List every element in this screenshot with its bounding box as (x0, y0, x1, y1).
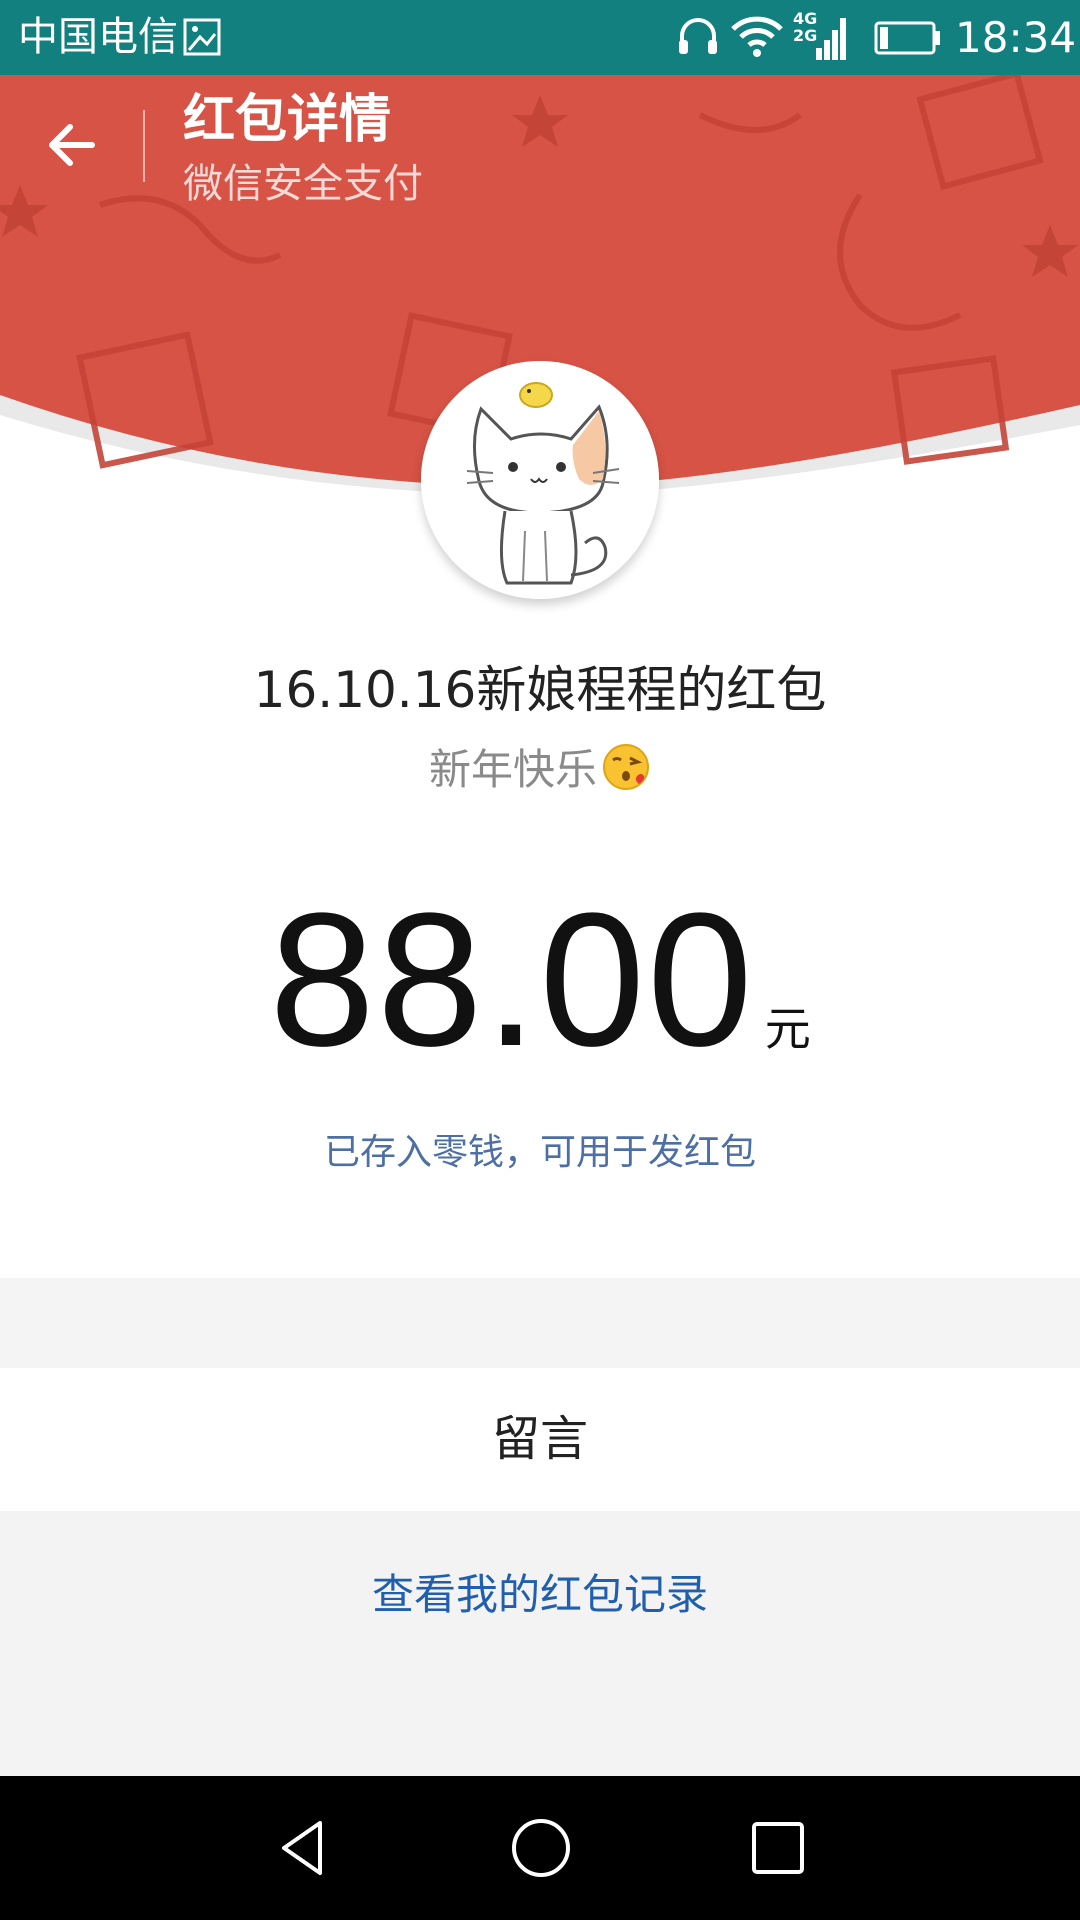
bottom-area (0, 1511, 1080, 1776)
header-divider (143, 110, 145, 182)
greeting-text: 新年快乐 (428, 745, 597, 794)
amount-unit: 元 (764, 1002, 811, 1056)
nav-back-icon[interactable] (270, 1815, 336, 1881)
cat-avatar-image (421, 361, 659, 599)
wifi-icon (731, 16, 783, 57)
sender-avatar[interactable] (421, 361, 659, 599)
gallery-icon (183, 18, 221, 56)
view-records-link[interactable]: 查看我的红包记录 (0, 1565, 1080, 1625)
page-title: 红包详情 (183, 90, 392, 150)
page-subtitle: 微信安全支付 (183, 161, 423, 207)
clock: 18:34 (955, 13, 1077, 62)
packet-sender-title: 16.10.16新娘程程的红包 (253, 661, 827, 719)
kissing-face-emoji-icon (603, 744, 649, 790)
amount-value: 88.00 (269, 874, 755, 1086)
packet-greeting: 新年快乐 (0, 740, 1080, 800)
status-bar: 中国电信 4G 2G 18:34 (0, 0, 1080, 75)
section-spacer (0, 1278, 1080, 1368)
nav-home-icon[interactable] (508, 1815, 574, 1881)
battery-icon (874, 21, 940, 55)
back-arrow-icon[interactable] (40, 115, 110, 175)
amount-display: 88.00 元 (0, 880, 1080, 1080)
headphone-icon (679, 18, 717, 54)
signal-icon (816, 18, 846, 60)
nav-recent-icon[interactable] (745, 1815, 811, 1881)
deposit-note-link[interactable]: 已存入零钱，可用于发红包 (0, 1125, 1080, 1181)
leave-message-button[interactable]: 留言 (0, 1368, 1080, 1511)
carrier-label: 中国电信 (18, 14, 178, 60)
